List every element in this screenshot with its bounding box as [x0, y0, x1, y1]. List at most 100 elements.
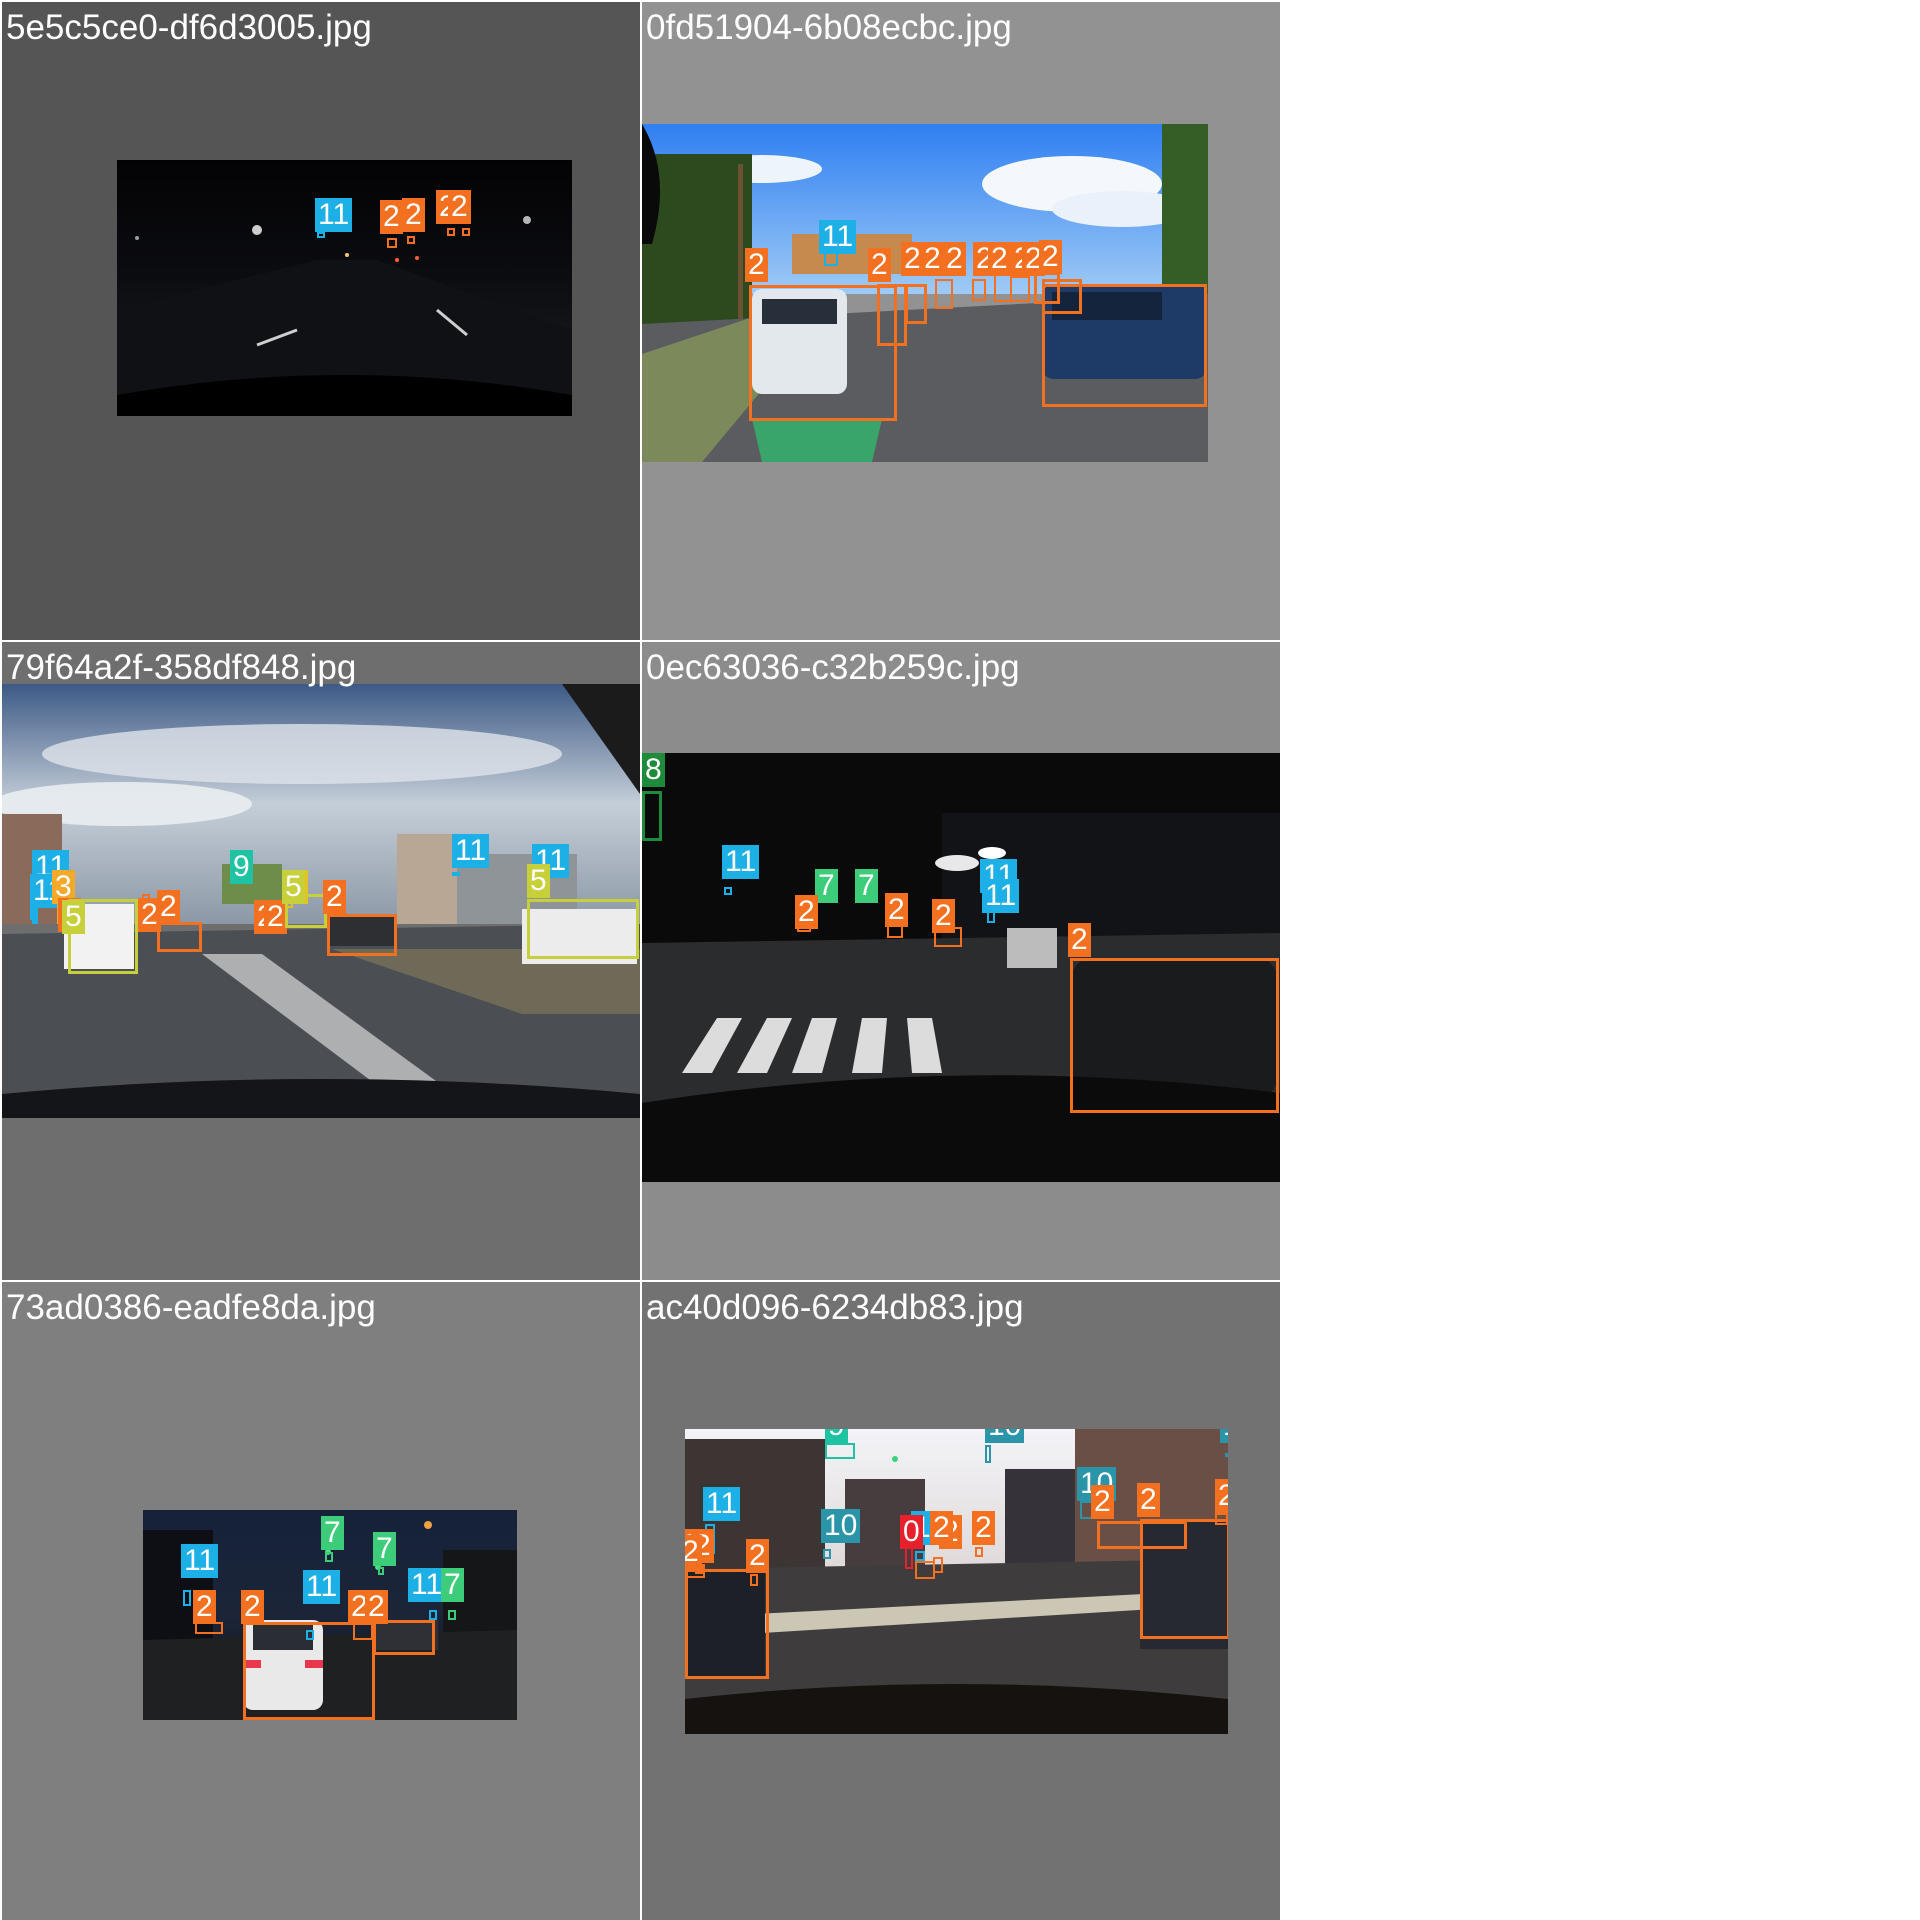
class-label: 10	[821, 1509, 861, 1543]
image-filename: 0ec63036-c32b259c.jpg	[646, 648, 1020, 687]
detection-box	[935, 279, 953, 309]
class-label: 0	[900, 1515, 923, 1549]
detection-box	[407, 236, 415, 244]
detection-box	[429, 1610, 437, 1620]
detection-box	[975, 1547, 983, 1557]
detection-box	[1140, 1519, 1228, 1639]
image-filename: ac40d096-6234db83.jpg	[646, 1288, 1024, 1327]
class-label: 2	[402, 198, 425, 232]
detection-box	[157, 922, 202, 952]
class-label: 2	[885, 893, 908, 927]
class-label: 2	[972, 1511, 995, 1545]
class-label: 2	[988, 242, 1011, 276]
class-label: 9	[230, 850, 253, 884]
detection-box	[317, 232, 325, 238]
image-filename: 0fd51904-6b08ecbc.jpg	[646, 8, 1012, 47]
class-label: 11	[315, 198, 353, 232]
class-label: 2	[685, 1535, 702, 1569]
photo: 8 11 7 7 11 11 2 2 2 2	[642, 753, 1280, 1182]
detection-box	[724, 887, 732, 895]
class-label: 2	[1137, 1483, 1160, 1517]
class-label: 11	[181, 1544, 219, 1578]
class-label: 7	[321, 1516, 344, 1550]
detection-box	[325, 1552, 333, 1562]
tile-0: 112222 5e5c5ce0-df6d3005.jpg	[2, 2, 640, 640]
class-label: 11	[303, 1570, 341, 1604]
class-label: 2	[932, 899, 955, 933]
photo: 910101110101122220222222	[685, 1429, 1228, 1734]
detection-box	[1215, 1513, 1228, 1525]
class-label: 2	[1215, 1479, 1228, 1513]
tile-1: 112222222222 0fd51904-6b08ecbc.jpg	[642, 2, 1280, 640]
detection-box	[327, 914, 397, 956]
detection-box	[387, 238, 397, 248]
class-label: 11	[982, 879, 1020, 913]
detection-box	[915, 1561, 935, 1579]
class-label: 2	[323, 880, 346, 914]
detection-box	[1070, 958, 1279, 1113]
class-label: 2	[746, 1539, 769, 1573]
class-label: 2	[365, 1590, 388, 1624]
detection-box	[972, 279, 986, 301]
class-label: 11	[722, 845, 760, 879]
class-label: 2	[193, 1590, 216, 1624]
class-label: 7	[815, 869, 838, 903]
detection-box	[933, 1557, 943, 1573]
tile-3: 8 11 7 7 11 11 2 2 2 2 0ec63036-c32b259c.jpg	[642, 642, 1280, 1280]
detection-box	[452, 872, 460, 876]
photo: 11113252294225211115	[2, 684, 640, 1118]
class-label: 2	[943, 242, 966, 276]
class-label: 7	[441, 1568, 464, 1602]
class-label: 2	[1068, 923, 1091, 957]
detection-box	[915, 1551, 925, 1561]
image-filename: 79f64a2f-358df848.jpg	[6, 648, 357, 687]
class-label: 5	[62, 900, 85, 934]
tile-5: 910101110101122220222222 ac40d096-6234db…	[642, 1282, 1280, 1920]
detection-box	[905, 284, 927, 324]
class-label: 2	[795, 895, 818, 929]
photo: 7 11 7 11 11 7 2 2 2 2	[143, 1510, 517, 1720]
tile-2: 11113252294225211115 79f64a2f-358df848.j…	[2, 642, 640, 1280]
class-label: 2	[1091, 1485, 1114, 1519]
detection-box	[183, 1590, 191, 1606]
detection-box	[823, 1549, 831, 1559]
class-label: 5	[282, 870, 305, 904]
detection-box	[1042, 284, 1207, 407]
class-label: 2	[930, 1511, 953, 1545]
class-label: 2	[380, 200, 403, 234]
detection-box	[1225, 1453, 1228, 1457]
class-label: 2	[1039, 240, 1062, 274]
class-label: 2	[868, 248, 891, 282]
class-label: 8	[642, 753, 665, 787]
detection-box	[750, 1574, 758, 1586]
detection-box	[1010, 276, 1030, 302]
detection-box	[527, 899, 639, 959]
detection-box	[373, 1620, 435, 1655]
class-label: 10	[985, 1429, 1025, 1443]
detection-box	[462, 228, 470, 236]
detection-box	[448, 1610, 456, 1620]
class-label: 7	[373, 1532, 396, 1566]
class-label: 9	[825, 1429, 848, 1443]
image-mosaic: 112222 5e5c5ce0-df6d3005.jpg	[0, 0, 1280, 1920]
class-label: 2	[448, 190, 471, 224]
detection-box	[447, 228, 455, 236]
class-label: 5	[527, 864, 550, 898]
class-label: 2	[745, 248, 768, 282]
detection-box	[824, 252, 838, 266]
image-filename: 73ad0386-eadfe8da.jpg	[6, 1288, 376, 1327]
detection-box	[825, 1443, 855, 1459]
class-label: 2	[157, 890, 180, 924]
class-label: 2	[264, 900, 287, 934]
detection-box	[985, 1445, 991, 1463]
photo: 112222	[117, 160, 572, 416]
class-label: 10	[1220, 1429, 1228, 1443]
image-filename: 5e5c5ce0-df6d3005.jpg	[6, 8, 372, 47]
detection-box	[642, 791, 662, 841]
class-label: 7	[855, 869, 878, 903]
photo: 112222222222	[642, 124, 1208, 462]
class-label: 2	[241, 1590, 264, 1624]
class-label: 11	[819, 220, 857, 254]
detection-box	[749, 285, 897, 421]
detection-box	[378, 1567, 384, 1575]
